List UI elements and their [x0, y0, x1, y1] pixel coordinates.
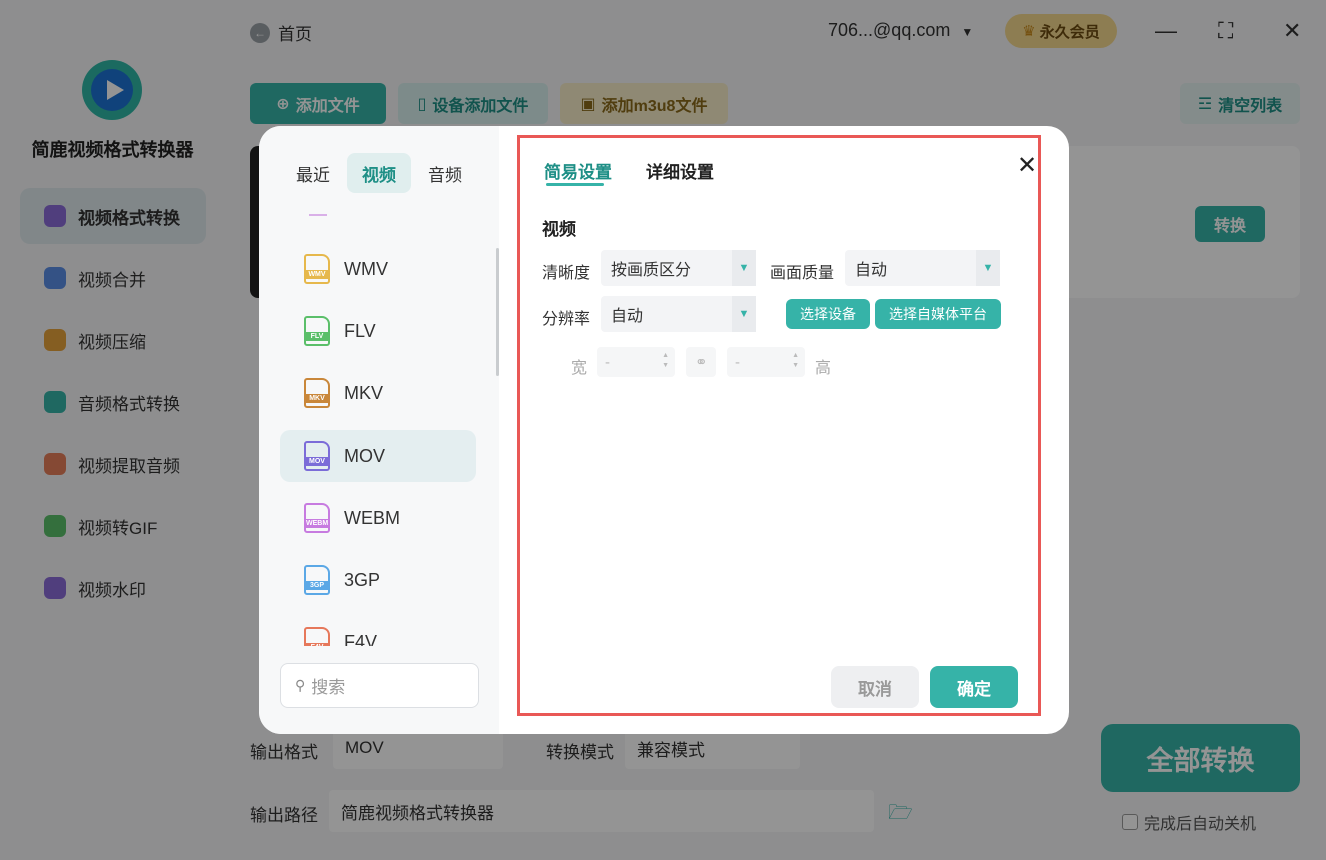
- 3gp-file-icon: 3GP: [304, 565, 330, 595]
- format-name: 3GP: [344, 569, 381, 590]
- format-search-input[interactable]: ⚲ 搜索: [280, 663, 479, 708]
- f4v-file-icon: F4V: [304, 627, 330, 646]
- format-name: MKV: [344, 382, 384, 403]
- chevron-down-icon: ▼: [976, 250, 1000, 286]
- chevron-down-icon: ▼: [732, 296, 756, 332]
- format-panel: 最近 视频 音频 WMV WMV FLV FLV MKV MKV MOV MOV…: [259, 126, 499, 734]
- clarity-select[interactable]: 按画质区分 ▼: [601, 250, 756, 286]
- format-name: F4V: [344, 631, 378, 647]
- width-input[interactable]: - ▲ ▼: [597, 347, 675, 377]
- format-divider: [309, 214, 327, 216]
- clarity-value: 按画质区分: [611, 262, 692, 279]
- tab-detailed-settings[interactable]: 详细设置: [646, 158, 714, 183]
- format-item-wmv[interactable]: WMV WMV: [280, 243, 476, 295]
- stepper-arrows-icon[interactable]: ▲ ▼: [792, 351, 799, 371]
- select-platform-button[interactable]: 选择自媒体平台: [875, 299, 1001, 329]
- format-dialog: 最近 视频 音频 WMV WMV FLV FLV MKV MKV MOV MOV…: [259, 126, 1069, 734]
- search-icon: ⚲: [295, 677, 306, 693]
- confirm-button[interactable]: 确定: [930, 666, 1018, 708]
- close-icon[interactable]: ✕: [1017, 154, 1037, 178]
- search-placeholder: 搜索: [311, 678, 346, 697]
- format-item-f4v[interactable]: F4V F4V: [280, 616, 476, 646]
- tab-simple-settings[interactable]: 简易设置: [544, 158, 612, 183]
- resolution-select[interactable]: 自动 ▼: [601, 296, 756, 332]
- width-value: -: [605, 353, 610, 371]
- mkv-file-icon: MKV: [304, 378, 330, 408]
- mov-file-icon: MOV: [304, 441, 330, 471]
- cancel-button[interactable]: 取消: [831, 666, 919, 708]
- format-item-mov[interactable]: MOV MOV: [280, 430, 476, 482]
- tab-recent[interactable]: 最近: [283, 153, 343, 193]
- webm-file-icon: WEBM: [304, 503, 330, 533]
- width-label: 宽: [571, 360, 588, 377]
- height-input[interactable]: - ▲ ▼: [727, 347, 805, 377]
- quality-select[interactable]: 自动 ▼: [845, 250, 1000, 286]
- format-name: WMV: [344, 258, 388, 279]
- format-name: FLV: [344, 320, 376, 341]
- format-item-flv[interactable]: FLV FLV: [280, 305, 476, 357]
- select-device-button[interactable]: 选择设备: [786, 299, 870, 329]
- link-ratio-icon[interactable]: ⚭: [686, 347, 716, 377]
- format-name: MOV: [344, 445, 386, 466]
- format-item-webm[interactable]: WEBM WEBM: [280, 492, 476, 544]
- tab-video[interactable]: 视频: [347, 153, 411, 193]
- video-section-title: 视频: [542, 220, 576, 239]
- resolution-value: 自动: [611, 308, 644, 325]
- format-list-scrollbar[interactable]: [496, 248, 499, 376]
- clarity-label: 清晰度: [542, 265, 591, 282]
- wmv-file-icon: WMV: [304, 254, 330, 284]
- tab-audio[interactable]: 音频: [415, 153, 475, 193]
- height-label: 高: [815, 360, 832, 377]
- stepper-arrows-icon[interactable]: ▲ ▼: [662, 351, 669, 371]
- quality-label: 画面质量: [770, 265, 835, 282]
- settings-panel: 简易设置 详细设置 ✕ 视频 清晰度 按画质区分 ▼ 画面质量 自动 ▼ 分辨率…: [517, 135, 1041, 716]
- chevron-down-icon: ▼: [732, 250, 756, 286]
- flv-file-icon: FLV: [304, 316, 330, 346]
- format-name: WEBM: [344, 507, 400, 528]
- format-list: WMV WMV FLV FLV MKV MKV MOV MOV WEBM WEB…: [259, 212, 499, 646]
- height-value: -: [735, 353, 740, 371]
- format-item-3gp[interactable]: 3GP 3GP: [280, 554, 476, 606]
- active-tab-indicator: [546, 183, 604, 186]
- format-item-mkv[interactable]: MKV MKV: [280, 367, 476, 419]
- resolution-label: 分辨率: [542, 311, 591, 328]
- quality-value: 自动: [855, 262, 888, 279]
